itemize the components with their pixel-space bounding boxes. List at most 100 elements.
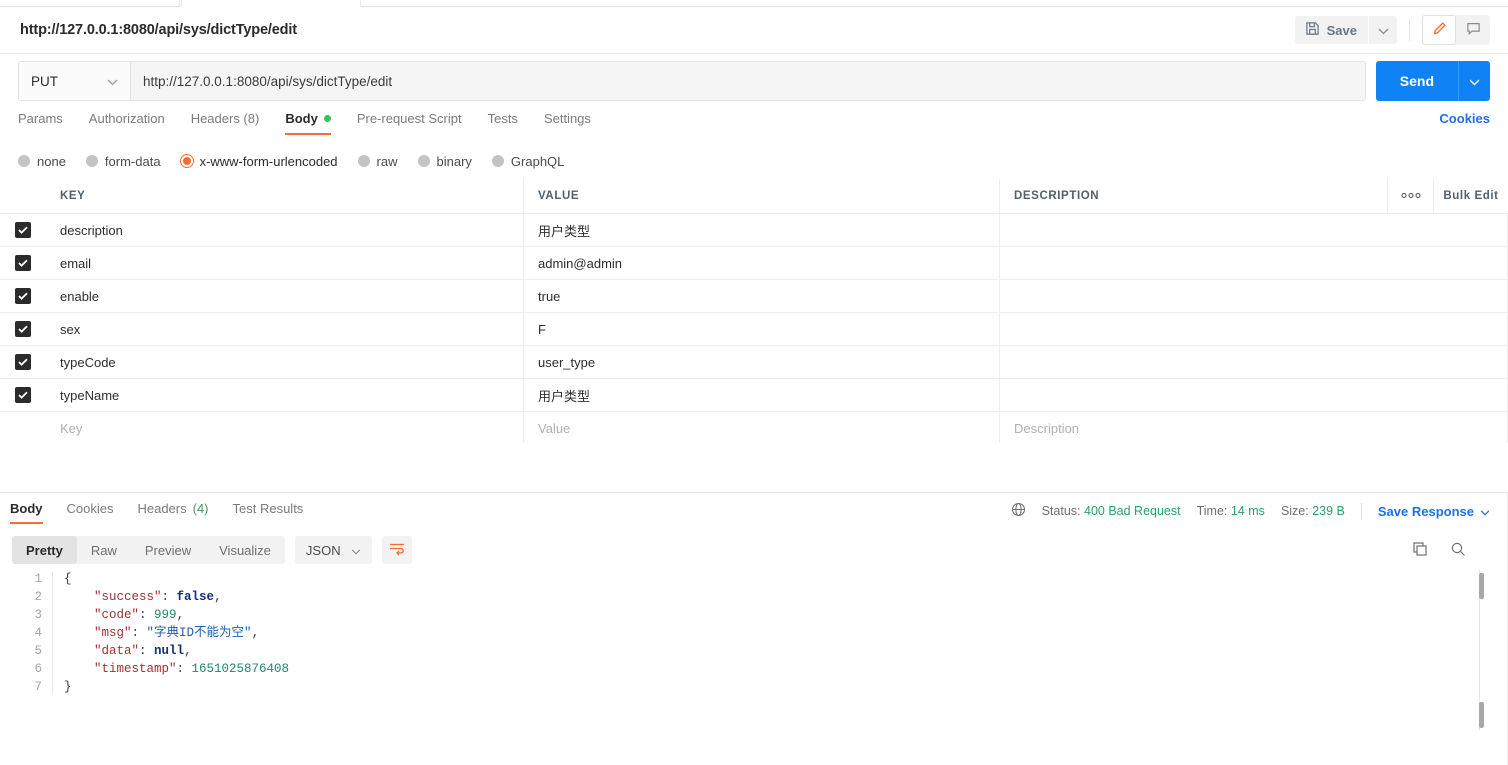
response-tab-headers[interactable]: Headers (4) (137, 493, 208, 524)
table-row[interactable]: description 用户类型 (0, 214, 1508, 247)
browser-tab-active[interactable] (181, 0, 361, 7)
search-icon[interactable] (1450, 541, 1466, 560)
code-token: : (131, 626, 147, 640)
view-mode-preview[interactable]: Preview (131, 536, 205, 564)
code-token: : (161, 590, 177, 604)
radio-form-data[interactable]: form-data (85, 154, 161, 169)
tab-headers[interactable]: Headers (8) (191, 108, 260, 135)
row-checkbox-empty[interactable] (0, 412, 46, 444)
radio-label: GraphQL (510, 153, 565, 169)
row-checkbox[interactable] (0, 247, 46, 279)
tab-strip-filler (361, 0, 1508, 7)
cookies-link[interactable]: Cookies (1439, 108, 1490, 126)
save-response-button[interactable]: Save Response (1378, 504, 1490, 519)
row-key[interactable]: sex (46, 313, 524, 345)
scrollbar-thumb-bottom[interactable] (1479, 702, 1484, 728)
pane-splitter-area[interactable] (0, 443, 1508, 493)
send-button[interactable]: Send (1375, 61, 1458, 101)
row-checkbox[interactable] (0, 313, 46, 345)
tab-settings[interactable]: Settings (544, 108, 591, 135)
code-token: } (64, 680, 72, 694)
comments-button[interactable] (1456, 15, 1490, 45)
radio-none[interactable]: none (18, 154, 66, 169)
radio-binary[interactable]: binary (417, 154, 472, 169)
word-wrap-toggle[interactable] (381, 536, 412, 564)
response-tab-body[interactable]: Body (10, 493, 43, 524)
row-key[interactable]: email (46, 247, 524, 279)
row-description[interactable] (1000, 214, 1508, 246)
save-options-dropdown[interactable] (1369, 16, 1397, 44)
url-input[interactable]: http://127.0.0.1:8080/api/sys/dictType/e… (130, 61, 1366, 101)
row-checkbox[interactable] (0, 214, 46, 246)
tab-pre-request-script[interactable]: Pre-request Script (357, 108, 462, 135)
row-value[interactable]: 用户类型 (524, 214, 1000, 246)
row-description[interactable] (1000, 313, 1508, 345)
row-description[interactable] (1000, 247, 1508, 279)
new-value-input[interactable]: Value (524, 412, 1000, 444)
radio-label: none (37, 153, 66, 169)
response-scrollbar[interactable] (1479, 570, 1484, 730)
table-row[interactable]: sex F (0, 313, 1508, 346)
tab-tests[interactable]: Tests (488, 108, 518, 135)
row-key[interactable]: description (46, 214, 524, 246)
edit-request-button[interactable] (1422, 15, 1456, 45)
view-mode-visualize[interactable]: Visualize (205, 536, 285, 564)
header-checkbox-cell (0, 179, 46, 213)
radio-dot-icon (85, 155, 98, 167)
row-checkbox[interactable] (0, 280, 46, 312)
radio-raw[interactable]: raw (357, 154, 398, 169)
bulk-edit-button[interactable]: Bulk Edit (1434, 179, 1508, 213)
row-value[interactable]: 用户类型 (524, 379, 1000, 411)
tab-authorization[interactable]: Authorization (89, 108, 165, 135)
response-format-select[interactable]: JSON (294, 536, 372, 564)
scrollbar-thumb-top[interactable] (1479, 573, 1484, 599)
line-number: 5 (34, 644, 42, 658)
send-options-dropdown[interactable] (1458, 61, 1490, 101)
code-line: } (64, 678, 289, 696)
response-tab-cookies[interactable]: Cookies (67, 493, 114, 524)
row-checkbox[interactable] (0, 346, 46, 378)
code-token: "success" (94, 590, 162, 604)
view-mode-raw[interactable]: Raw (77, 536, 131, 564)
row-description[interactable] (1000, 346, 1508, 378)
new-key-input[interactable]: Key (46, 412, 524, 444)
new-description-input[interactable]: Description (1000, 412, 1508, 444)
table-row-new[interactable]: Key Value Description (0, 412, 1508, 445)
row-description[interactable] (1000, 280, 1508, 312)
row-checkbox[interactable] (0, 379, 46, 411)
row-description[interactable] (1000, 379, 1508, 411)
tab-body[interactable]: Body (285, 108, 331, 135)
response-body-viewer[interactable]: 1 2 3 4 5 6 7 { "success": false, "code": 999,… (0, 570, 1508, 765)
browser-tab-inactive[interactable] (0, 0, 180, 7)
http-method-select[interactable]: PUT (18, 61, 130, 101)
table-row[interactable]: typeName 用户类型 (0, 379, 1508, 412)
copy-icon[interactable] (1412, 541, 1428, 560)
row-value[interactable]: true (524, 280, 1000, 312)
tab-label: Test Results (232, 501, 304, 516)
row-value[interactable]: user_type (524, 346, 1000, 378)
size-badge: Size: 239 B (1281, 504, 1345, 518)
code-token: "字典ID不能为空" (146, 626, 252, 640)
tab-params[interactable]: Params (18, 108, 63, 135)
save-button-label: Save (1326, 22, 1357, 38)
code-token: 1651025876408 (191, 662, 290, 676)
chevron-down-icon (1469, 74, 1480, 89)
row-key[interactable]: enable (46, 280, 524, 312)
response-tab-test-results[interactable]: Test Results (233, 493, 304, 524)
row-key[interactable]: typeName (46, 379, 524, 411)
radio-graphql[interactable]: GraphQL (491, 153, 565, 169)
row-key[interactable]: typeCode (46, 346, 524, 378)
radio-x-www-form-urlencoded[interactable]: x-www-form-urlencoded (180, 154, 338, 169)
code-token: "msg" (94, 626, 132, 640)
row-value[interactable]: admin@admin (524, 247, 1000, 279)
row-value[interactable]: F (524, 313, 1000, 345)
http-method-value: PUT (31, 73, 58, 89)
code-line: "msg": "字典ID不能为空", (64, 624, 289, 642)
table-row[interactable]: enable true (0, 280, 1508, 313)
view-mode-pretty[interactable]: Pretty (12, 536, 77, 564)
save-button[interactable]: Save (1294, 16, 1368, 44)
table-more-options-button[interactable] (1388, 179, 1434, 213)
table-row[interactable]: typeCode user_type (0, 346, 1508, 379)
table-row[interactable]: email admin@admin (0, 247, 1508, 280)
